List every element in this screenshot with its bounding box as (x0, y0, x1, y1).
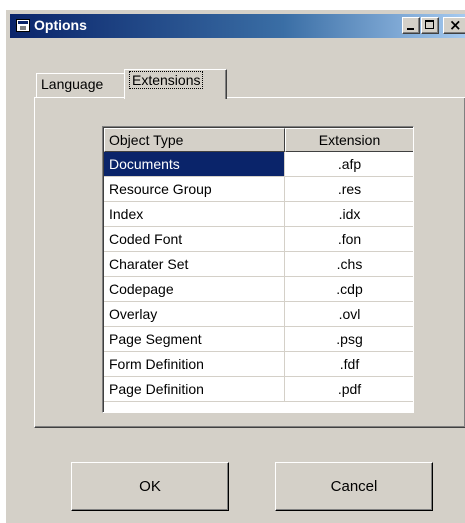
options-dialog: Options × Language Extensions Object Typ… (6, 10, 465, 523)
column-header-extension[interactable]: Extension (285, 128, 413, 152)
ok-button[interactable]: OK (71, 462, 229, 511)
object-type-cell: Charater Set (104, 252, 285, 276)
object-type-cell: Codepage (104, 277, 285, 301)
table-row[interactable]: Coded Font .fon (104, 227, 413, 252)
extensions-list[interactable]: Object Type Extension Documents .afp Resou… (102, 126, 414, 413)
extension-cell: .afp (337, 156, 362, 172)
extension-cell: .cdp (336, 281, 363, 297)
extension-cell: .psg (336, 331, 363, 347)
tab-language-label: Language (41, 76, 104, 92)
object-type-cell: Form Definition (104, 352, 285, 376)
object-type-cell: Index (104, 202, 285, 226)
close-button[interactable]: × (443, 16, 465, 34)
extension-cell: .fon (337, 231, 362, 247)
extension-cell: .chs (336, 256, 363, 272)
extension-cell: .fdf (339, 356, 360, 372)
table-row[interactable]: Overlay .ovl (104, 302, 413, 327)
table-row[interactable]: Page Definition .pdf (104, 377, 413, 402)
minimize-button[interactable] (402, 17, 420, 34)
maximize-button[interactable] (421, 17, 439, 34)
table-row[interactable]: Form Definition .fdf (104, 352, 413, 377)
app-window-icon (16, 19, 30, 32)
table-row[interactable]: Index .idx (104, 202, 413, 227)
column-header-object-type[interactable]: Object Type (104, 128, 285, 152)
object-type-cell: Documents (104, 152, 285, 176)
table-row[interactable]: Documents .afp (104, 152, 413, 177)
extension-cell: .idx (338, 206, 361, 222)
object-type-cell: Overlay (104, 302, 285, 326)
object-type-cell: Coded Font (104, 227, 285, 251)
window-title: Options (34, 17, 87, 33)
object-type-cell: Page Definition (104, 377, 285, 401)
object-type-cell: Page Segment (104, 327, 285, 351)
extension-cell: .ovl (338, 306, 361, 322)
maximize-icon (425, 20, 434, 29)
minimize-icon (407, 28, 414, 30)
title-bar[interactable]: Options × (10, 14, 465, 38)
extension-cell: .res (337, 181, 362, 197)
tab-extensions[interactable]: Extensions (124, 69, 227, 99)
list-rows: Documents .afp Resource Group .res Index .idx… (104, 152, 413, 402)
tab-extensions-label: Extensions (129, 71, 204, 89)
tab-language[interactable]: Language (36, 73, 128, 97)
table-row[interactable]: Resource Group .res (104, 177, 413, 202)
cancel-button[interactable]: Cancel (275, 462, 433, 511)
list-header: Object Type Extension (104, 128, 413, 152)
table-row[interactable]: Codepage .cdp (104, 277, 413, 302)
object-type-cell: Resource Group (104, 177, 285, 201)
close-icon: × (449, 16, 462, 34)
table-row[interactable]: Charater Set .chs (104, 252, 413, 277)
table-row[interactable]: Page Segment .psg (104, 327, 413, 352)
extension-cell: .pdf (337, 381, 362, 397)
